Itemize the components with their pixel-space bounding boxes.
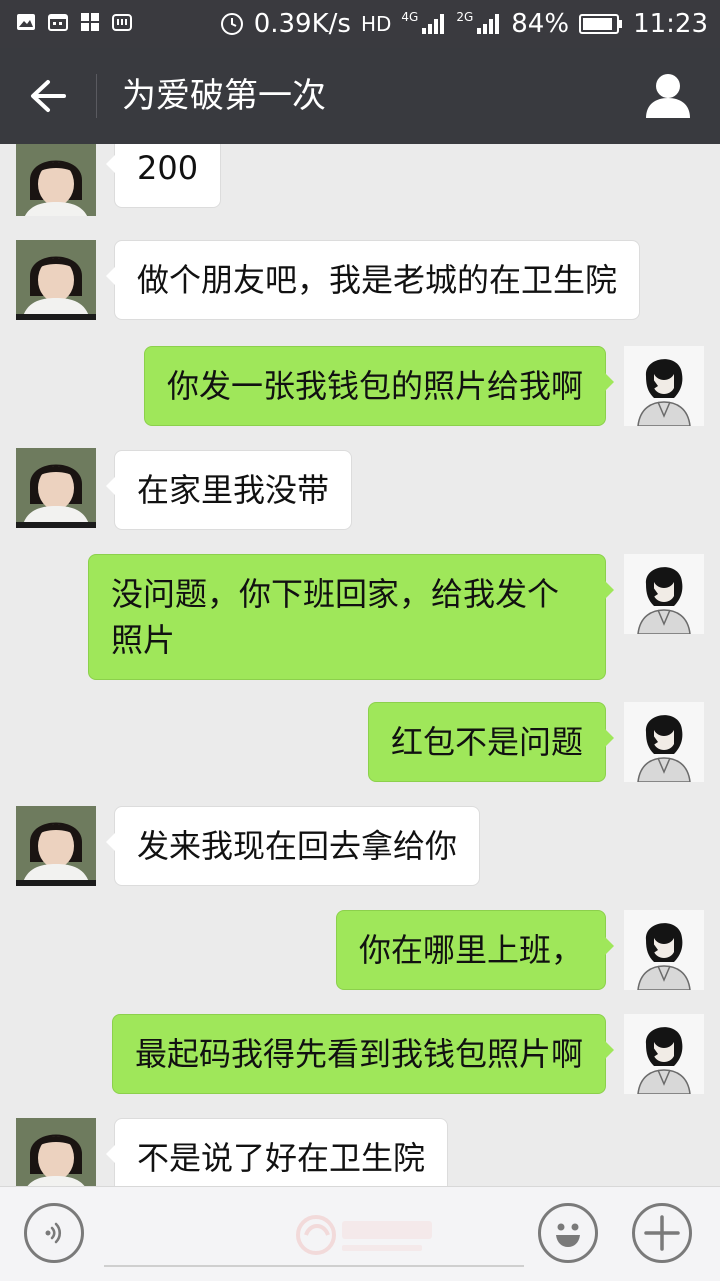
contact-avatar[interactable] bbox=[16, 448, 96, 528]
message-input[interactable] bbox=[104, 1207, 524, 1267]
contact-avatar-image bbox=[16, 806, 96, 886]
message-bubble-sent[interactable]: 你发一张我钱包的照片给我啊 bbox=[143, 346, 615, 426]
battery-percent: 84% bbox=[511, 9, 570, 39]
back-button[interactable] bbox=[14, 68, 82, 124]
message-bubble-received[interactable]: 200 bbox=[105, 144, 222, 208]
person-icon bbox=[646, 74, 690, 118]
message-row: 发来我现在回去拿给你 bbox=[0, 806, 720, 890]
message-bubble-sent[interactable]: 没问题，你下班回家，给我发个照片 bbox=[88, 554, 614, 680]
hd-indicator: HD bbox=[360, 12, 392, 36]
message-row: 在家里我没带 bbox=[0, 448, 720, 532]
contact-avatar[interactable] bbox=[16, 240, 96, 320]
my-avatar[interactable] bbox=[624, 702, 704, 782]
notification-icons bbox=[16, 12, 132, 32]
message-bubble-sent[interactable]: 红包不是问题 bbox=[367, 702, 615, 782]
signal-icon-sim1 bbox=[422, 14, 445, 34]
message-row: 最起码我得先看到我钱包照片啊 bbox=[0, 1014, 720, 1098]
my-avatar[interactable] bbox=[624, 1014, 704, 1094]
more-button[interactable] bbox=[632, 1203, 692, 1263]
status-bar: 0.39K/s HD 4G 2G 84% 11:23 bbox=[0, 0, 720, 48]
chat-header: 为爱破第一次 bbox=[0, 48, 720, 144]
message-bubble-received[interactable]: 做个朋友吧，我是老城的在卫生院 bbox=[105, 240, 641, 320]
store-icon bbox=[112, 14, 132, 31]
battery-icon bbox=[579, 14, 623, 34]
my-avatar-image bbox=[624, 910, 704, 990]
message-bubble-received[interactable]: 在家里我没带 bbox=[105, 450, 353, 530]
contact-avatar-image bbox=[16, 144, 96, 216]
chat-title: 为爱破第一次 bbox=[122, 76, 326, 116]
my-avatar-image bbox=[624, 1014, 704, 1094]
signal-icon-sim2 bbox=[477, 14, 500, 34]
contact-avatar[interactable] bbox=[16, 1118, 96, 1186]
header-divider bbox=[96, 74, 97, 118]
voice-icon bbox=[45, 1222, 62, 1244]
sim1-network-type: 4G bbox=[401, 10, 419, 24]
message-bubble-received[interactable]: 不是说了好在卫生院 bbox=[105, 1118, 449, 1186]
my-avatar[interactable] bbox=[624, 554, 704, 634]
message-bubble-sent[interactable]: 最起码我得先看到我钱包照片啊 bbox=[111, 1014, 615, 1094]
message-bubble-sent[interactable]: 你在哪里上班， bbox=[335, 910, 615, 990]
my-avatar[interactable] bbox=[624, 346, 704, 426]
my-avatar-image bbox=[624, 702, 704, 782]
message-row: 红包不是问题 bbox=[0, 702, 720, 786]
my-avatar-image bbox=[624, 346, 704, 426]
message-bubble-received[interactable]: 发来我现在回去拿给你 bbox=[105, 806, 481, 886]
contact-avatar[interactable] bbox=[16, 144, 96, 216]
contact-avatar-image bbox=[16, 448, 96, 528]
message-row: 你在哪里上班， bbox=[0, 910, 720, 994]
chat-info-button[interactable] bbox=[642, 70, 694, 122]
message-row: 做个朋友吧，我是老城的在卫生院 bbox=[0, 240, 720, 324]
emoji-button[interactable] bbox=[538, 1203, 598, 1263]
contact-avatar[interactable] bbox=[16, 806, 96, 886]
gallery-icon bbox=[17, 14, 35, 30]
message-row: 不是说了好在卫生院 bbox=[0, 1118, 720, 1186]
plus-icon bbox=[644, 1215, 680, 1251]
apps-icon bbox=[81, 13, 99, 31]
message-row: 200 bbox=[0, 144, 720, 240]
status-right: 0.39K/s HD 4G 2G 84% 11:23 bbox=[220, 6, 708, 42]
message-list[interactable]: 200 做个朋友吧，我是老城的在卫生院 你发一张我钱包的照片给我啊 在家里我没带… bbox=[0, 144, 720, 1186]
clock-icon bbox=[220, 13, 243, 35]
input-bar bbox=[0, 1186, 720, 1281]
voice-button[interactable] bbox=[24, 1203, 84, 1263]
clock-time: 11:23 bbox=[633, 9, 708, 39]
network-speed: 0.39K/s bbox=[253, 9, 351, 39]
sim2-network-type: 2G bbox=[456, 10, 474, 24]
message-row: 你发一张我钱包的照片给我啊 bbox=[0, 344, 720, 428]
my-avatar-image bbox=[624, 554, 704, 634]
contact-avatar-image bbox=[16, 1118, 96, 1186]
calendar-icon bbox=[48, 14, 68, 31]
my-avatar[interactable] bbox=[624, 910, 704, 990]
contact-avatar-image bbox=[16, 240, 96, 320]
message-row: 没问题，你下班回家，给我发个照片 bbox=[0, 552, 720, 682]
back-arrow-icon bbox=[31, 80, 66, 112]
emoji-icon bbox=[556, 1223, 580, 1247]
